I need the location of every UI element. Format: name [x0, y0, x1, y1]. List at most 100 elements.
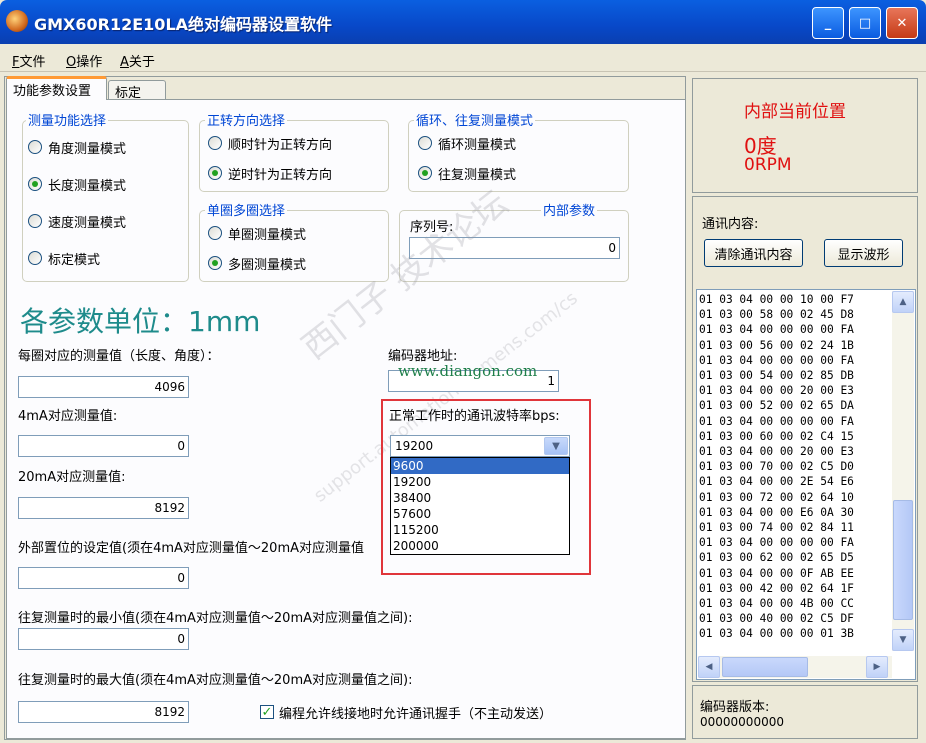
horizontal-scroll-thumb[interactable] [722, 657, 808, 677]
baud-option[interactable]: 57600 [391, 506, 569, 522]
comm-log-line: 01 03 04 00 00 20 00 E3 [699, 445, 854, 459]
clear-comm-button[interactable]: 清除通讯内容 [704, 239, 803, 267]
menu-file[interactable]: F文件 [12, 51, 46, 70]
comm-log-line: 01 03 04 00 00 4B 00 CC [699, 597, 854, 611]
baud-option[interactable]: 9600 [391, 458, 569, 474]
turn-group-title: 单圈多圈选择 [205, 200, 288, 219]
scroll-left-icon[interactable]: ◀ [698, 656, 720, 678]
per-turn-input[interactable]: 4096 [18, 376, 189, 398]
comm-log-line: 01 03 00 40 00 02 C5 DF [699, 612, 854, 626]
menu-about[interactable]: A关于 [120, 51, 155, 70]
comm-log-line: 01 03 00 58 00 02 45 D8 [699, 308, 854, 322]
scroll-right-icon[interactable]: ▶ [866, 656, 888, 678]
baud-dropdown-list: 9600 19200 38400 57600 115200 200000 [390, 457, 570, 555]
max-input[interactable]: 8192 [18, 701, 189, 723]
radio-length-mode[interactable] [28, 177, 42, 191]
radio-label: 单圈测量模式 [228, 228, 307, 243]
comm-log-line: 01 03 00 56 00 02 24 1B [699, 338, 854, 352]
radio-label: 顺时针为正转方向 [228, 138, 333, 153]
ma20-input[interactable]: 8192 [18, 497, 189, 519]
close-button[interactable]: ✕ [886, 7, 918, 39]
chevron-down-icon[interactable]: ▼ [544, 437, 568, 455]
comm-log-line: 01 03 04 00 00 00 00 FA [699, 323, 854, 337]
radio-label: 角度测量模式 [48, 142, 127, 157]
close-icon: ✕ [896, 15, 908, 31]
comm-log-line: 01 03 00 70 00 02 C5 D0 [699, 460, 854, 474]
baud-option[interactable]: 200000 [391, 538, 569, 554]
handshake-label: 编程允许线接地时允许通讯握手（不主动发送） [279, 707, 553, 722]
radio-label: 逆时针为正转方向 [228, 168, 333, 183]
comm-log-line: 01 03 04 00 00 00 00 FA [699, 353, 854, 367]
comm-log[interactable]: 01 03 04 00 00 10 00 F7 01 03 00 58 00 02… [696, 289, 916, 680]
serial-input[interactable]: 0 [409, 237, 620, 259]
comm-log-line: 01 03 04 00 00 00 00 FA [699, 536, 854, 550]
checkmark-icon: ✓ [261, 704, 273, 720]
min-label: 往复测量时的最小值(须在4mA对应测量值～20mA对应测量值之间): [18, 611, 413, 626]
ma20-label: 20mA对应测量值: [18, 470, 126, 485]
tab-function-params[interactable]: 功能参数设置 [6, 76, 107, 100]
comm-log-line: 01 03 00 72 00 02 64 10 [699, 490, 854, 504]
baud-option[interactable]: 115200 [391, 522, 569, 538]
version-label: 编码器版本: [700, 700, 770, 715]
minimize-icon: _ [824, 15, 832, 31]
menu-operate[interactable]: O操作 [66, 51, 102, 70]
units-label: 各参数单位：1mm [20, 305, 261, 338]
comm-log-line: 01 03 04 00 00 2E 54 E6 [699, 475, 854, 489]
baud-option[interactable]: 38400 [391, 490, 569, 506]
comm-log-line: 01 03 04 00 00 10 00 F7 [699, 293, 854, 306]
radio-counterclockwise[interactable] [208, 166, 222, 180]
preset-label: 外部置位的设定值(须在4mA对应测量值～20mA对应测量值 [18, 541, 364, 556]
direction-group-title: 正转方向选择 [205, 110, 288, 129]
version-value: 00000000000 [700, 715, 784, 729]
cycle-group-title: 循环、往复测量模式 [414, 110, 536, 129]
position-panel [692, 78, 918, 193]
preset-input[interactable]: 0 [18, 567, 189, 589]
radio-label: 循环测量模式 [438, 138, 517, 153]
radio-label: 速度测量模式 [48, 216, 127, 231]
radio-cycle-mode[interactable] [418, 136, 432, 150]
radio-calibration-mode[interactable] [28, 251, 42, 265]
tab-calibration[interactable]: 标定 [108, 80, 166, 101]
window-title: GMX60R12E10LA绝对编码器设置软件 [34, 15, 333, 34]
baud-option[interactable]: 19200 [391, 474, 569, 490]
show-waveform-button[interactable]: 显示波形 [824, 239, 903, 267]
scroll-up-icon[interactable]: ▲ [892, 291, 914, 313]
radio-single-turn[interactable] [208, 226, 222, 240]
radio-label: 往复测量模式 [438, 168, 517, 183]
comm-log-line: 01 03 04 00 00 E6 0A 30 [699, 505, 854, 519]
comm-log-line: 01 03 00 60 00 02 C4 15 [699, 429, 854, 443]
vertical-scroll-thumb[interactable] [893, 500, 913, 620]
comm-log-line: 01 03 04 00 00 0F AB EE [699, 566, 854, 580]
watermark-url: www.diangon.com [398, 362, 538, 380]
comm-log-line: 01 03 00 52 00 02 65 DA [699, 399, 854, 413]
comm-log-line: 01 03 00 42 00 02 64 1F [699, 581, 854, 595]
baud-label: 正常工作时的通讯波特率bps: [389, 409, 560, 424]
app-icon [6, 10, 28, 32]
comm-log-line: 01 03 00 62 00 02 65 D5 [699, 551, 854, 565]
radio-clockwise[interactable] [208, 136, 222, 150]
comm-label: 通讯内容: [702, 217, 759, 232]
internal-group-title: 内部参数 [541, 200, 598, 219]
minimize-button[interactable]: _ [812, 7, 844, 39]
radio-label: 标定模式 [48, 253, 101, 268]
radio-angle-mode[interactable] [28, 140, 42, 154]
measure-group-title: 测量功能选择 [26, 110, 109, 129]
scroll-down-icon[interactable]: ▼ [892, 629, 914, 651]
radio-speed-mode[interactable] [28, 214, 42, 228]
ma4-label: 4mA对应测量值: [18, 409, 118, 424]
min-input[interactable]: 0 [18, 628, 189, 650]
comm-log-line: 01 03 04 00 00 20 00 E3 [699, 384, 854, 398]
radio-reciprocate-mode[interactable] [418, 166, 432, 180]
maximize-button[interactable]: □ [849, 7, 881, 39]
comm-log-line: 01 03 00 54 00 02 85 DB [699, 369, 854, 383]
radio-label: 多圈测量模式 [228, 258, 307, 273]
radio-label: 长度测量模式 [48, 179, 127, 194]
comm-log-lines: 01 03 04 00 00 10 00 F7 01 03 00 58 00 02… [699, 292, 854, 642]
handshake-checkbox[interactable]: ✓ [260, 704, 274, 720]
maximize-icon: □ [858, 15, 872, 31]
baud-select[interactable]: 19200 [390, 435, 570, 457]
ma4-input[interactable]: 0 [18, 435, 189, 457]
per-turn-label: 每圈对应的测量值（长度、角度）： [18, 349, 220, 364]
serial-label: 序列号: [410, 220, 454, 235]
radio-multi-turn[interactable] [208, 256, 222, 270]
